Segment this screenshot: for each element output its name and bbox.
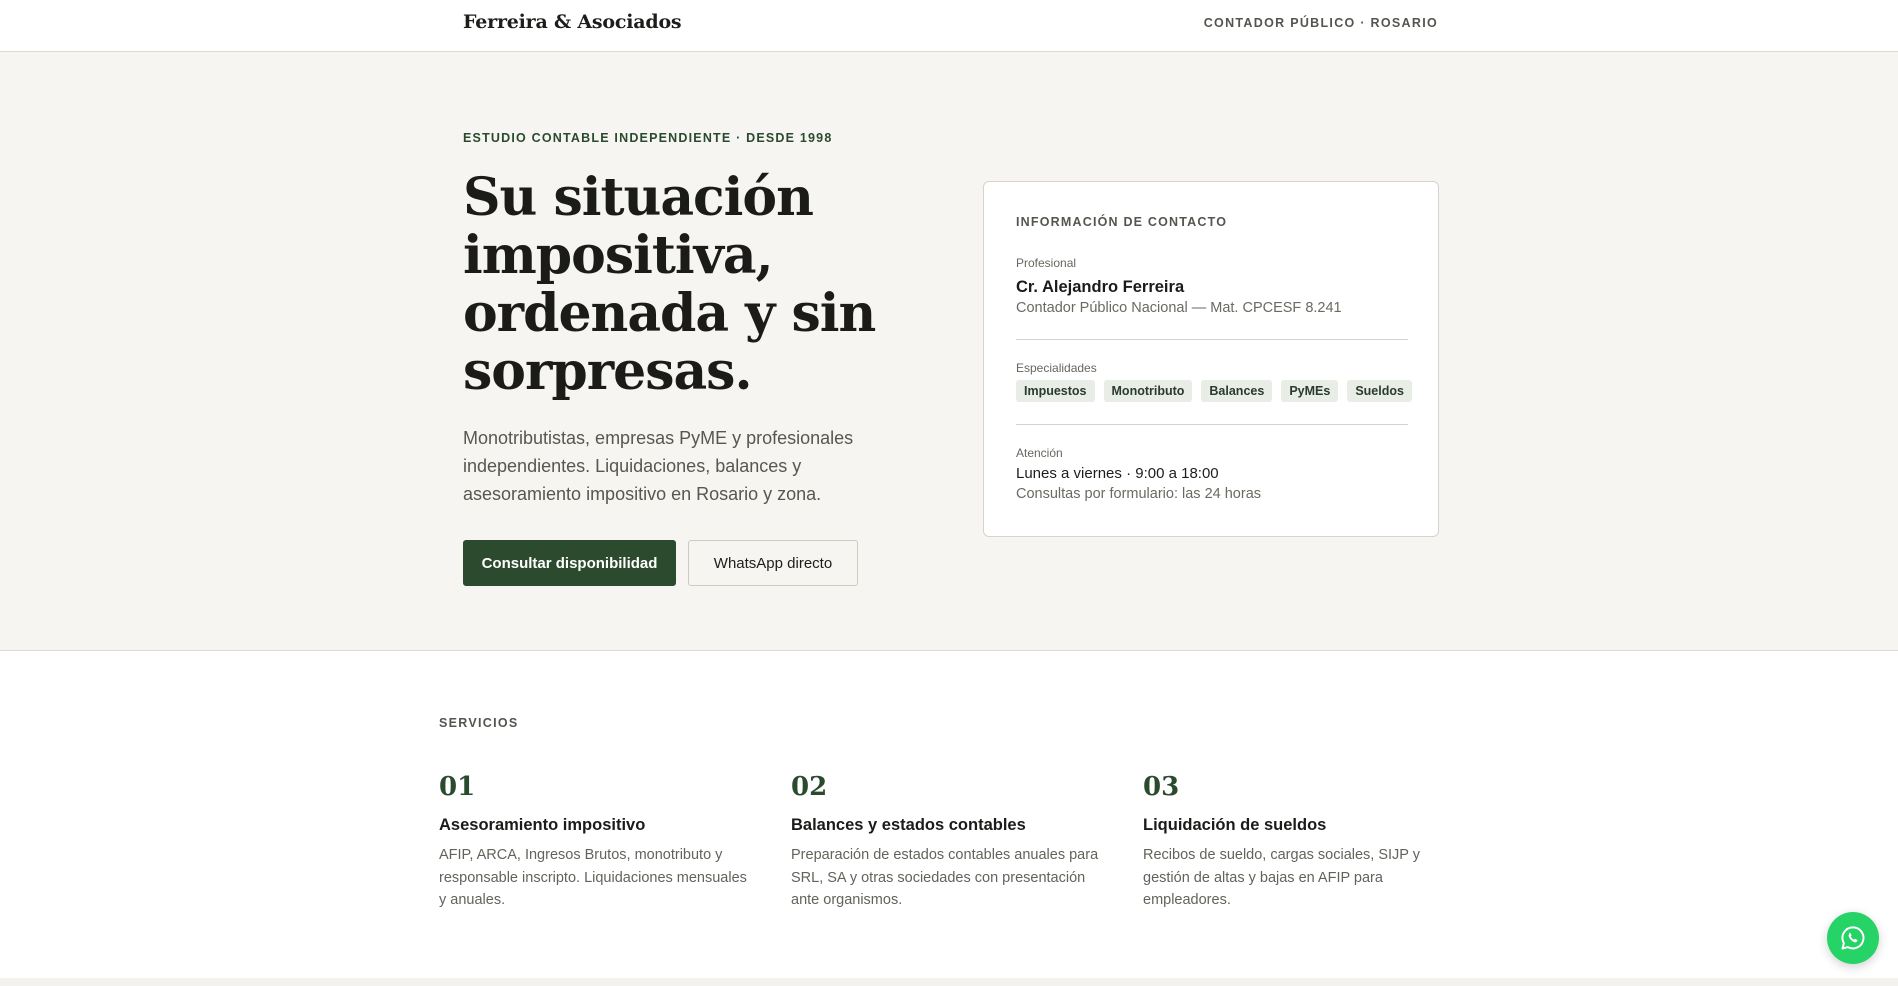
- specialty-tag: Impuestos: [1016, 380, 1095, 402]
- hero-headline: Su situación impositiva, ordenada y sin …: [463, 167, 876, 402]
- service-description: Preparación de estados contables anuales…: [791, 847, 1099, 908]
- office-hours: Lunes a viernes · 9:00 a 18:00: [1016, 465, 1219, 482]
- specialties-label: Especialidades: [1016, 361, 1097, 375]
- whatsapp-float-button[interactable]: [1827, 912, 1879, 964]
- service-number: 03: [1143, 772, 1180, 802]
- header-tagline: CONTADOR PÚBLICO · ROSARIO: [1203, 16, 1438, 30]
- site-header: Ferreira & Asociados CONTADOR PÚBLICO · …: [0, 0, 1898, 52]
- service-title: Balances y estados contables: [791, 816, 1026, 834]
- service-number: 01: [439, 772, 476, 802]
- contact-card: INFORMACIÓN DE CONTACTO Profesional Cr. …: [983, 181, 1439, 537]
- professional-label: Profesional: [1016, 256, 1077, 270]
- service-title: Liquidación de sueldos: [1143, 816, 1327, 834]
- services-label: SERVICIOS: [439, 716, 519, 730]
- specialty-tags: Impuestos Monotributo Balances PyMEs Sue…: [1016, 380, 1412, 402]
- service-item: 02 Balances y estados contables Preparac…: [791, 772, 1101, 912]
- specialty-tag: Monotributo: [1103, 380, 1193, 402]
- consultar-disponibilidad-button[interactable]: Consultar disponibilidad: [463, 540, 676, 586]
- hours-label: Atención: [1016, 446, 1063, 460]
- professional-subtitle: Contador Público Nacional — Mat. CPCESF …: [1016, 300, 1342, 316]
- service-title: Asesoramiento impositivo: [439, 816, 646, 834]
- service-item: 03 Liquidación de sueldos Recibos de sue…: [1143, 772, 1453, 912]
- brand-logo[interactable]: Ferreira & Asociados: [463, 11, 682, 33]
- professional-name: Cr. Alejandro Ferreira: [1016, 278, 1185, 296]
- hero-lead: Monotributistas, empresas PyME y profesi…: [463, 428, 854, 504]
- hero-eyebrow: ESTUDIO CONTABLE INDEPENDIENTE · DESDE 1…: [463, 131, 833, 145]
- footer-strip: [0, 978, 1898, 986]
- hours-note: Consultas por formulario: las 24 horas: [1016, 486, 1262, 502]
- card-divider: [1016, 339, 1408, 340]
- service-description: AFIP, ARCA, Ingresos Brutos, monotributo…: [439, 847, 747, 908]
- whatsapp-icon: [1841, 926, 1865, 950]
- hero-section: ESTUDIO CONTABLE INDEPENDIENTE · DESDE 1…: [0, 52, 1898, 651]
- specialty-tag: Sueldos: [1347, 380, 1412, 402]
- whatsapp-directo-button[interactable]: WhatsApp directo: [688, 540, 858, 586]
- specialty-tag: Balances: [1201, 380, 1273, 402]
- service-number: 02: [791, 772, 828, 802]
- service-description: Recibos de sueldo, cargas sociales, SIJP…: [1143, 847, 1420, 908]
- card-divider: [1016, 424, 1408, 425]
- service-item: 01 Asesoramiento impositivo AFIP, ARCA, …: [439, 772, 749, 912]
- contact-card-title: INFORMACIÓN DE CONTACTO: [1016, 215, 1228, 229]
- specialty-tag: PyMEs: [1281, 380, 1339, 402]
